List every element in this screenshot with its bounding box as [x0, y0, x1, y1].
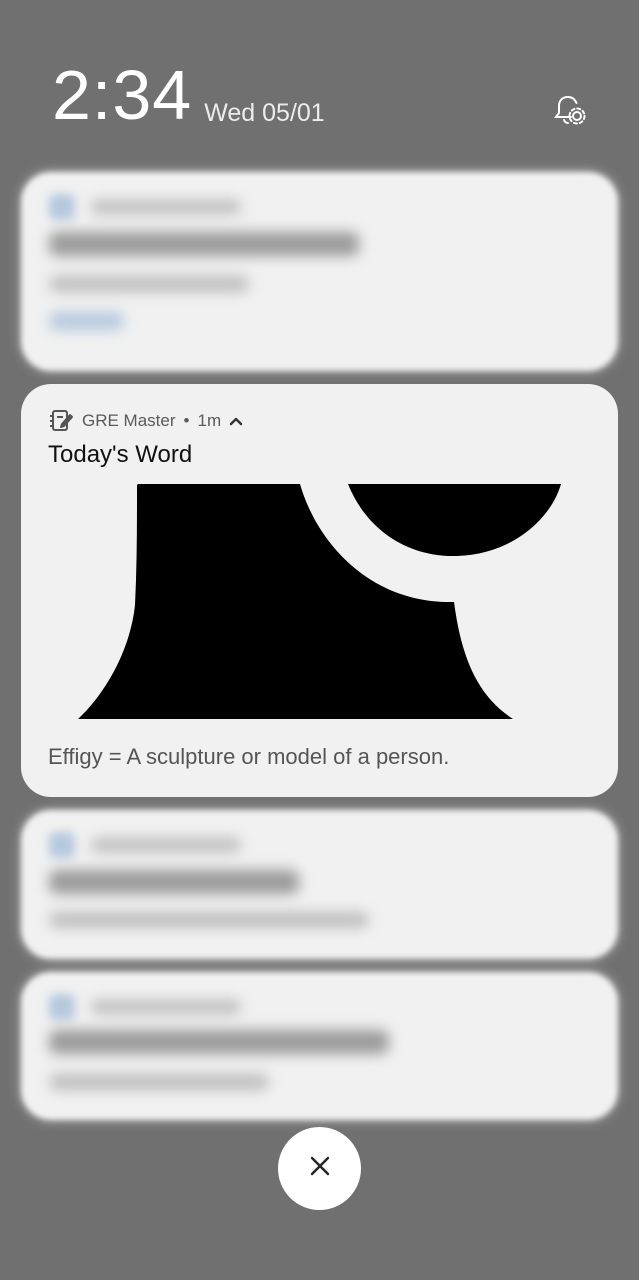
blurred-text	[49, 912, 369, 928]
blurred-notification-card[interactable]	[21, 972, 618, 1120]
notification-image	[78, 484, 561, 719]
blurred-text	[91, 838, 241, 852]
blurred-notification-card[interactable]	[21, 172, 618, 371]
notebook-icon	[48, 408, 74, 434]
app-name: GRE Master	[82, 411, 176, 430]
clock-date: Wed 05/01	[204, 99, 325, 127]
clock-time: 2:34	[52, 56, 193, 134]
blurred-text	[49, 232, 359, 256]
blurred-app-icon	[49, 194, 75, 220]
blurred-notification-card[interactable]	[21, 810, 618, 959]
blurred-text	[49, 312, 124, 330]
notification-body: Effigy = A sculpture or model of a perso…	[48, 744, 450, 769]
blurred-text	[49, 1074, 269, 1090]
notification-header: GRE Master • 1m	[48, 408, 243, 434]
header-separator: •	[183, 411, 190, 430]
close-icon	[308, 1154, 332, 1183]
chevron-up-icon[interactable]	[229, 411, 243, 431]
blurred-text	[49, 1030, 389, 1054]
notification-settings-icon[interactable]	[551, 93, 587, 129]
blurred-app-icon	[49, 994, 75, 1020]
notification-card[interactable]: GRE Master • 1m Today's Word Effigy = A …	[21, 384, 618, 797]
dismiss-all-button[interactable]	[278, 1127, 361, 1210]
blurred-text	[91, 1000, 241, 1014]
blurred-text	[49, 276, 249, 292]
notification-age: 1m	[197, 411, 222, 430]
blurred-text	[49, 870, 299, 894]
blurred-text	[91, 200, 241, 214]
lockscreen-clock: 2:34 Wed 05/01	[52, 60, 325, 130]
blurred-app-icon	[49, 832, 75, 858]
notification-title: Today's Word	[48, 441, 193, 468]
